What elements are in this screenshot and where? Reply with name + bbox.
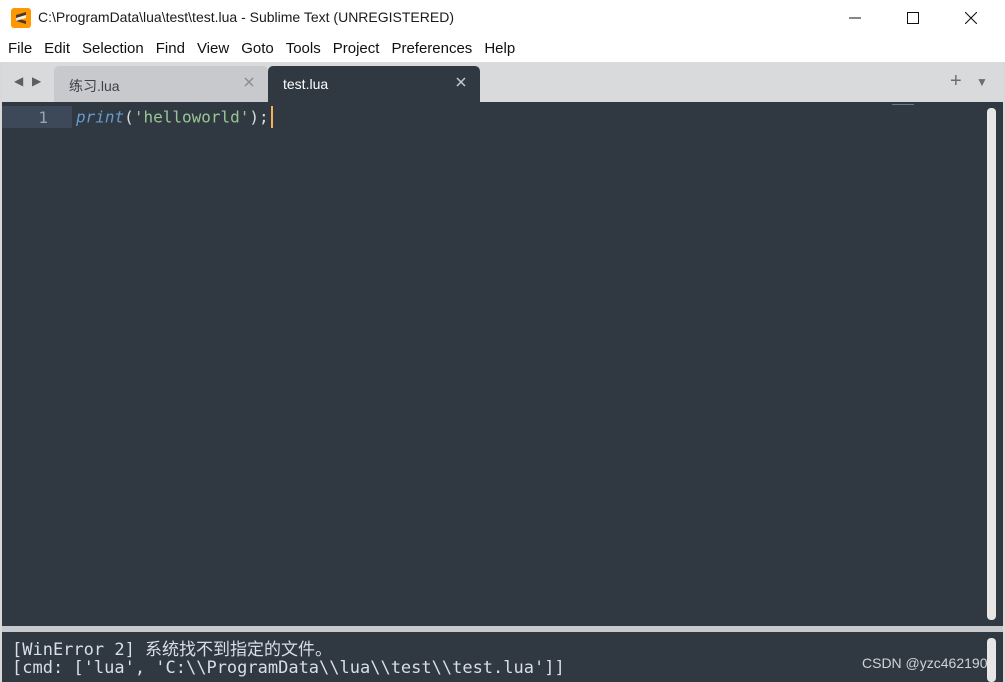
menu-project[interactable]: Project	[327, 36, 386, 62]
editor-scrollbar[interactable]	[987, 108, 996, 620]
output-line: [cmd: ['lua', 'C:\\ProgramData\\lua\\tes…	[12, 658, 565, 678]
code-function-token: print	[76, 107, 125, 127]
maximize-icon	[907, 12, 919, 24]
title-bar: C:\ProgramData\lua\test\test.lua - Subli…	[0, 0, 1005, 36]
tab-label: 练习.lua	[69, 78, 120, 94]
close-icon	[965, 12, 977, 24]
menu-help[interactable]: Help	[478, 36, 521, 62]
menu-tools[interactable]: Tools	[280, 36, 327, 62]
tab-test-lua[interactable]: test.lua	[268, 66, 480, 102]
tab-next-icon[interactable]: ▶	[32, 74, 41, 88]
watermark: CSDN @yzc462190	[862, 655, 988, 671]
new-tab-plus-icon[interactable]: +	[950, 71, 962, 91]
line-gutter: 1	[2, 102, 72, 626]
build-output-panel: [WinError 2] 系统找不到指定的文件。 [cmd: ['lua', '…	[2, 632, 1003, 682]
text-cursor	[270, 106, 273, 128]
tab-close-icon[interactable]	[454, 75, 468, 89]
output-line: [WinError 2] 系统找不到指定的文件。	[12, 640, 333, 660]
tab-practice-lua[interactable]: 练习.lua	[54, 66, 268, 102]
tab-label: test.lua	[283, 76, 329, 92]
code-editor[interactable]: 1 print('helloworld');	[2, 102, 1003, 626]
minimap-viewport[interactable]	[892, 104, 914, 105]
close-button[interactable]	[942, 0, 1000, 36]
tab-list-chevron-down-icon[interactable]: ▼	[976, 75, 988, 89]
minimize-button[interactable]	[826, 0, 884, 36]
menu-find[interactable]: Find	[150, 36, 191, 62]
window-title: C:\ProgramData\lua\test\test.lua - Subli…	[38, 9, 454, 25]
code-punctuation-token: );	[249, 107, 269, 127]
sublime-logo-icon	[11, 8, 31, 28]
menu-file[interactable]: File	[2, 36, 38, 62]
output-scrollbar[interactable]	[987, 638, 996, 682]
code-line[interactable]: print('helloworld');	[76, 106, 273, 129]
menu-bar: File Edit Selection Find View Goto Tools…	[0, 36, 1005, 62]
menu-selection[interactable]: Selection	[76, 36, 150, 62]
menu-edit[interactable]: Edit	[38, 36, 76, 62]
maximize-button[interactable]	[884, 0, 942, 36]
menu-view[interactable]: View	[191, 36, 235, 62]
tab-bar: ◀ ▶ 练习.lua test.lua + ▼	[2, 62, 1003, 102]
code-punctuation-token: (	[124, 107, 134, 127]
tab-close-icon[interactable]	[242, 75, 256, 89]
minimize-icon	[849, 17, 861, 19]
menu-preferences[interactable]: Preferences	[385, 36, 478, 62]
line-number: 1	[38, 108, 48, 127]
menu-goto[interactable]: Goto	[235, 36, 280, 62]
tab-prev-icon[interactable]: ◀	[14, 74, 23, 88]
code-string-token: 'helloworld'	[133, 107, 250, 127]
